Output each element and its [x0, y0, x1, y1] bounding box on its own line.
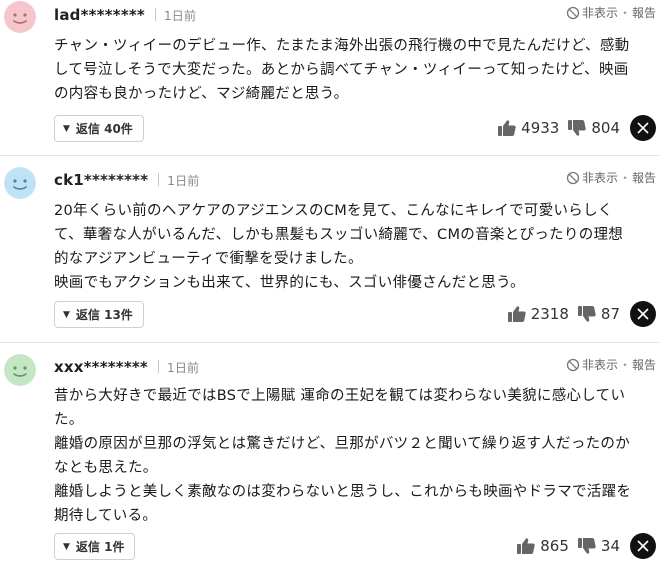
thumbs-up-icon [507, 306, 526, 322]
like-count: 865 [540, 537, 569, 555]
header-separator [157, 360, 159, 373]
reply-button[interactable]: ▼ 返信 13件 [54, 301, 144, 328]
comment-header: lad******** 1日前 [54, 6, 196, 24]
thumbs-down-icon [568, 120, 587, 136]
dislike-count: 87 [600, 305, 620, 323]
report-link[interactable]: 報告 [632, 356, 656, 373]
comment-header: ck1******** 1日前 [54, 171, 200, 189]
hide-link[interactable]: 非表示 [582, 4, 618, 21]
timestamp: 1日前 [163, 9, 197, 23]
avatar [4, 167, 36, 199]
dot-separator: ・ [618, 6, 631, 20]
dot-separator: ・ [618, 358, 631, 372]
chevron-down-icon: ▼ [63, 541, 70, 552]
hide-icon [566, 6, 580, 19]
dot-separator: ・ [618, 171, 631, 185]
username[interactable]: ck1******** [54, 171, 148, 189]
comment-divider [0, 155, 660, 156]
hide-report-links: 非表示・報告 [566, 169, 656, 186]
dislike-count: 34 [600, 537, 620, 555]
comment-line: 的なアジアンビューティで衝撃を受けました。 [54, 251, 363, 267]
comment-line: 20年くらい前のヘアケアのアジエンスのCMを見て、こんなにキレイで可愛いらしく [54, 203, 613, 219]
dislike-count: 804 [591, 119, 620, 137]
x-logo-icon [637, 308, 649, 320]
like-button[interactable]: 4933 [497, 119, 559, 137]
dislike-button[interactable]: 804 [567, 119, 620, 137]
comment-body: チャン・ツィイーのデビュー作、たまたま海外出張の飛行機の中で見たんだけど、感動 … [54, 34, 654, 106]
comment-line: て、華奢な人がいるんだ、しかも黒髪もスッゴい綺麗で、CMの音楽とぴったりの理想 [54, 227, 624, 243]
share-x-button[interactable] [630, 533, 656, 559]
dislike-button[interactable]: 34 [577, 537, 620, 555]
header-separator [154, 8, 156, 21]
x-logo-icon [637, 540, 649, 552]
comment-line: 昔から大好きで最近ではBSで上陽賦 運命の王妃を観ては変わらない美貌に感心してい [54, 388, 626, 404]
default-avatar-blue-icon [4, 167, 36, 199]
timestamp: 1日前 [167, 174, 200, 188]
comment-line: の内容も良かったけど、マジ綺麗だと思う。 [54, 86, 349, 102]
timestamp: 1日前 [166, 361, 200, 375]
thumbs-up-icon [517, 538, 535, 554]
comment-line: なとも思えた。 [54, 460, 158, 476]
hide-icon [566, 171, 580, 184]
comment-line: た。 [54, 412, 84, 428]
hide-link[interactable]: 非表示 [582, 169, 618, 186]
reply-label: 返信 40件 [75, 122, 133, 136]
dislike-button[interactable]: 87 [577, 305, 620, 323]
hide-link[interactable]: 非表示 [582, 356, 618, 373]
x-logo-icon [637, 122, 649, 134]
comment-line: 映画でもアクションも出来て、世界的にも、スゴい俳優さんだと思う。 [54, 275, 525, 291]
like-button[interactable]: 2318 [507, 305, 569, 323]
hide-report-links: 非表示・報告 [566, 356, 656, 373]
comment-body: 20年くらい前のヘアケアのアジエンスのCMを見て、こんなにキレイで可愛いらしく … [54, 199, 654, 295]
avatar [4, 354, 36, 386]
reply-button[interactable]: ▼ 返信 40件 [54, 115, 144, 142]
comment-actions: 4933 804 [497, 114, 656, 142]
default-avatar-green-icon [4, 354, 36, 386]
comment-actions: 2318 87 [507, 300, 656, 328]
comment-body: 昔から大好きで最近ではBSで上陽賦 運命の王妃を観ては変わらない美貌に感心してい… [54, 384, 654, 528]
default-avatar-pink-icon [4, 1, 36, 33]
avatar [4, 1, 36, 33]
comment-line: 離婚の原因が旦那の浮気とは驚きだけど、旦那がバツ２と聞いて繰り返す人だったのか [54, 436, 631, 452]
hide-icon [566, 358, 580, 371]
reply-label: 返信 13件 [75, 308, 133, 322]
chevron-down-icon: ▼ [63, 123, 70, 134]
reply-button[interactable]: ▼ 返信 1件 [54, 533, 136, 560]
report-link[interactable]: 報告 [632, 169, 656, 186]
like-count: 4933 [521, 119, 560, 137]
username[interactable]: lad******** [54, 6, 145, 24]
comment-line: して号泣しそうで大変だった。あとから調べてチャン・ツィイーって知ったけど、映画 [54, 62, 629, 78]
header-separator [158, 173, 160, 186]
reply-label: 返信 1件 [75, 540, 125, 554]
chevron-down-icon: ▼ [63, 309, 70, 320]
comment-header: xxx******** 1日前 [54, 358, 199, 376]
comment-line: 期待している。 [54, 508, 158, 524]
comment-divider [0, 342, 660, 343]
report-link[interactable]: 報告 [632, 4, 656, 21]
like-button[interactable]: 865 [516, 537, 569, 555]
hide-report-links: 非表示・報告 [566, 4, 656, 21]
thumbs-down-icon [577, 538, 596, 554]
like-count: 2318 [530, 305, 569, 323]
thumbs-up-icon [498, 120, 516, 136]
username[interactable]: xxx******** [54, 358, 148, 376]
thumbs-down-icon [577, 306, 596, 322]
comment-line: 離婚しようと美しく素敵なのは変わらないと思うし、これからも映画やドラマで活躍を [54, 484, 632, 500]
share-x-button[interactable] [630, 301, 656, 327]
share-x-button[interactable] [630, 115, 656, 141]
comment-actions: 865 34 [516, 532, 656, 560]
comment-line: チャン・ツィイーのデビュー作、たまたま海外出張の飛行機の中で見たんだけど、感動 [54, 38, 630, 54]
